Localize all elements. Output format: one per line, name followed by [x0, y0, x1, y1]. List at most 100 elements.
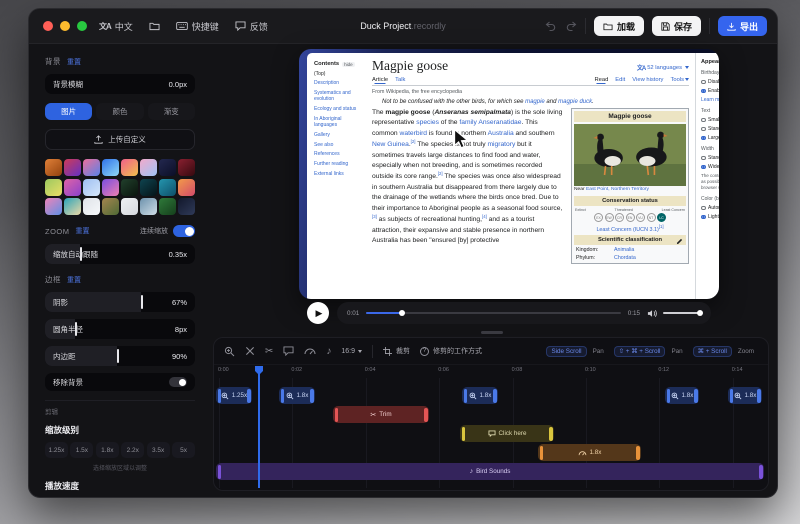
wallpaper-swatch[interactable]: [178, 198, 195, 215]
zoom-level-1.25x[interactable]: 1.25x: [45, 442, 68, 458]
background-tab-1[interactable]: 颜色: [96, 103, 143, 120]
taxonomy-row: Phylum:Chordata: [574, 255, 686, 261]
wallpaper-swatch[interactable]: [140, 159, 157, 176]
border-reset-link[interactable]: 重置: [67, 275, 81, 285]
upload-background-button[interactable]: 上传自定义: [45, 129, 195, 150]
volume-track[interactable]: [663, 312, 701, 315]
slider-阴影[interactable]: 阴影67%: [45, 292, 195, 312]
audio-segment[interactable]: ♪Bird Sounds: [216, 463, 764, 480]
wallpaper-swatch[interactable]: [45, 159, 62, 176]
background-tab-2[interactable]: 渐变: [148, 103, 195, 120]
wallpaper-swatch[interactable]: [140, 179, 157, 196]
wallpaper-swatch[interactable]: [140, 198, 157, 215]
wallpaper-swatch[interactable]: [64, 179, 81, 196]
wallpaper-swatch[interactable]: [64, 198, 81, 215]
zoom-level-3.5x[interactable]: 3.5x: [147, 442, 170, 458]
remove-background-toggle[interactable]: [169, 377, 187, 387]
audio-icon[interactable]: ♪: [326, 346, 331, 357]
wiki-subtitle: From Wikipedia, the free encyclopedia: [372, 89, 689, 95]
menu-item-folder[interactable]: [149, 21, 160, 31]
app-window: 文A中文快捷键反馈 Duck Project.recordly 加载: [28, 8, 778, 498]
appearance-option: Standard: [701, 126, 719, 132]
redo-icon[interactable]: [565, 21, 577, 32]
menu-item-反馈[interactable]: 反馈: [235, 20, 268, 33]
annotation-segment[interactable]: Click here: [460, 425, 554, 442]
auto-zoom-toggle[interactable]: [173, 225, 195, 237]
undo-icon[interactable]: [545, 21, 557, 32]
wallpaper-swatch[interactable]: [178, 159, 195, 176]
slider-handle[interactable]: [141, 295, 143, 309]
zoom-level-1.5x[interactable]: 1.5x: [70, 442, 93, 458]
panel-resize-handle[interactable]: [481, 331, 503, 334]
conservation-scale: EXEWCRENVUNTLC: [574, 213, 686, 222]
minimize-button[interactable]: [60, 21, 70, 31]
zoom-segment[interactable]: 1.25x: [216, 387, 252, 404]
load-button[interactable]: 加载: [594, 16, 644, 36]
appearance-option-label: Standard: [708, 155, 719, 161]
wallpaper-swatch[interactable]: [121, 179, 138, 196]
wallpaper-swatch[interactable]: [121, 159, 138, 176]
split-tool-icon[interactable]: [245, 346, 255, 356]
speed-icon[interactable]: [304, 347, 316, 355]
appearance-option: Disable: [701, 79, 719, 85]
menu-item-快捷键[interactable]: 快捷键: [176, 20, 219, 33]
folder-icon: [149, 21, 160, 31]
wallpaper-swatch[interactable]: [178, 179, 195, 196]
crop-button[interactable]: 裁剪: [383, 346, 410, 356]
progress-track[interactable]: [366, 312, 620, 315]
close-button[interactable]: [43, 21, 53, 31]
save-icon: [661, 22, 670, 31]
zoom-segment[interactable]: 1.8x: [665, 387, 699, 404]
wallpaper-swatch[interactable]: [83, 198, 100, 215]
zoom-segment[interactable]: 1.8x: [728, 387, 762, 404]
timeline-tracks[interactable]: 0:000:020:040:060:080:100:120:141.25x1.8…: [214, 365, 768, 490]
playhead[interactable]: [258, 366, 260, 488]
background-tab-0[interactable]: 图片: [45, 103, 92, 120]
save-button[interactable]: 保存: [652, 16, 701, 36]
progress-knob[interactable]: [399, 310, 405, 316]
wallpaper-swatch[interactable]: [45, 198, 62, 215]
slider-圆角半径[interactable]: 圆角半径8px: [45, 319, 195, 339]
remove-background-row: 移除背景: [45, 373, 195, 391]
wallpaper-swatch[interactable]: [102, 179, 119, 196]
slider-内边距[interactable]: 内边距90%: [45, 346, 195, 366]
annotation-icon[interactable]: [283, 346, 294, 356]
wallpaper-swatch[interactable]: [102, 198, 119, 215]
wallpaper-swatch[interactable]: [83, 159, 100, 176]
background-blur-slider[interactable]: 背景模糊 0.0px: [45, 74, 195, 94]
aspect-ratio-select[interactable]: 16:9: [341, 348, 362, 355]
zoom-icon: [286, 392, 294, 400]
zoom-segment[interactable]: 1.8x: [279, 387, 315, 404]
wallpaper-swatch[interactable]: [159, 198, 176, 215]
zoom-segment[interactable]: 1.8x: [462, 387, 498, 404]
zoom-follow-slider[interactable]: 缩放自动跟随 0.35x: [45, 244, 195, 264]
export-button[interactable]: 导出: [718, 16, 767, 36]
shortcut-badge: Side Scroll: [546, 346, 586, 357]
zoom-level-2.2x[interactable]: 2.2x: [121, 442, 144, 458]
slider-handle[interactable]: [117, 349, 119, 363]
wallpaper-swatch[interactable]: [83, 179, 100, 196]
wallpaper-swatch[interactable]: [45, 179, 62, 196]
cut-icon[interactable]: ✂: [265, 346, 273, 357]
trim-help-button[interactable]: ? 修剪的工作方式: [420, 346, 482, 356]
wallpaper-swatch[interactable]: [159, 159, 176, 176]
traffic-lights: [43, 21, 87, 31]
volume-knob[interactable]: [697, 310, 703, 316]
trim-segment[interactable]: ✂Trim: [333, 406, 429, 423]
video-preview[interactable]: Contents hide (Top)DescriptionSystematic…: [207, 44, 777, 337]
wallpaper-swatch[interactable]: [64, 159, 81, 176]
wallpaper-swatch[interactable]: [102, 159, 119, 176]
wallpaper-swatch[interactable]: [159, 179, 176, 196]
zoom-reset-link[interactable]: 重置: [76, 226, 90, 236]
zoom-in-icon[interactable]: [224, 346, 235, 357]
maximize-button[interactable]: [77, 21, 87, 31]
background-reset-link[interactable]: 重置: [67, 57, 81, 67]
wallpaper-swatch[interactable]: [121, 198, 138, 215]
appearance-option-label: Standard: [708, 126, 719, 132]
zoom-level-1.8x[interactable]: 1.8x: [96, 442, 119, 458]
taxonomy-value: Animalia: [614, 247, 634, 253]
speed-segment[interactable]: 1.8x: [538, 444, 641, 461]
play-button[interactable]: ▶: [307, 302, 329, 324]
zoom-level-5x[interactable]: 5x: [172, 442, 195, 458]
menu-item-中文[interactable]: 文A中文: [99, 20, 133, 33]
